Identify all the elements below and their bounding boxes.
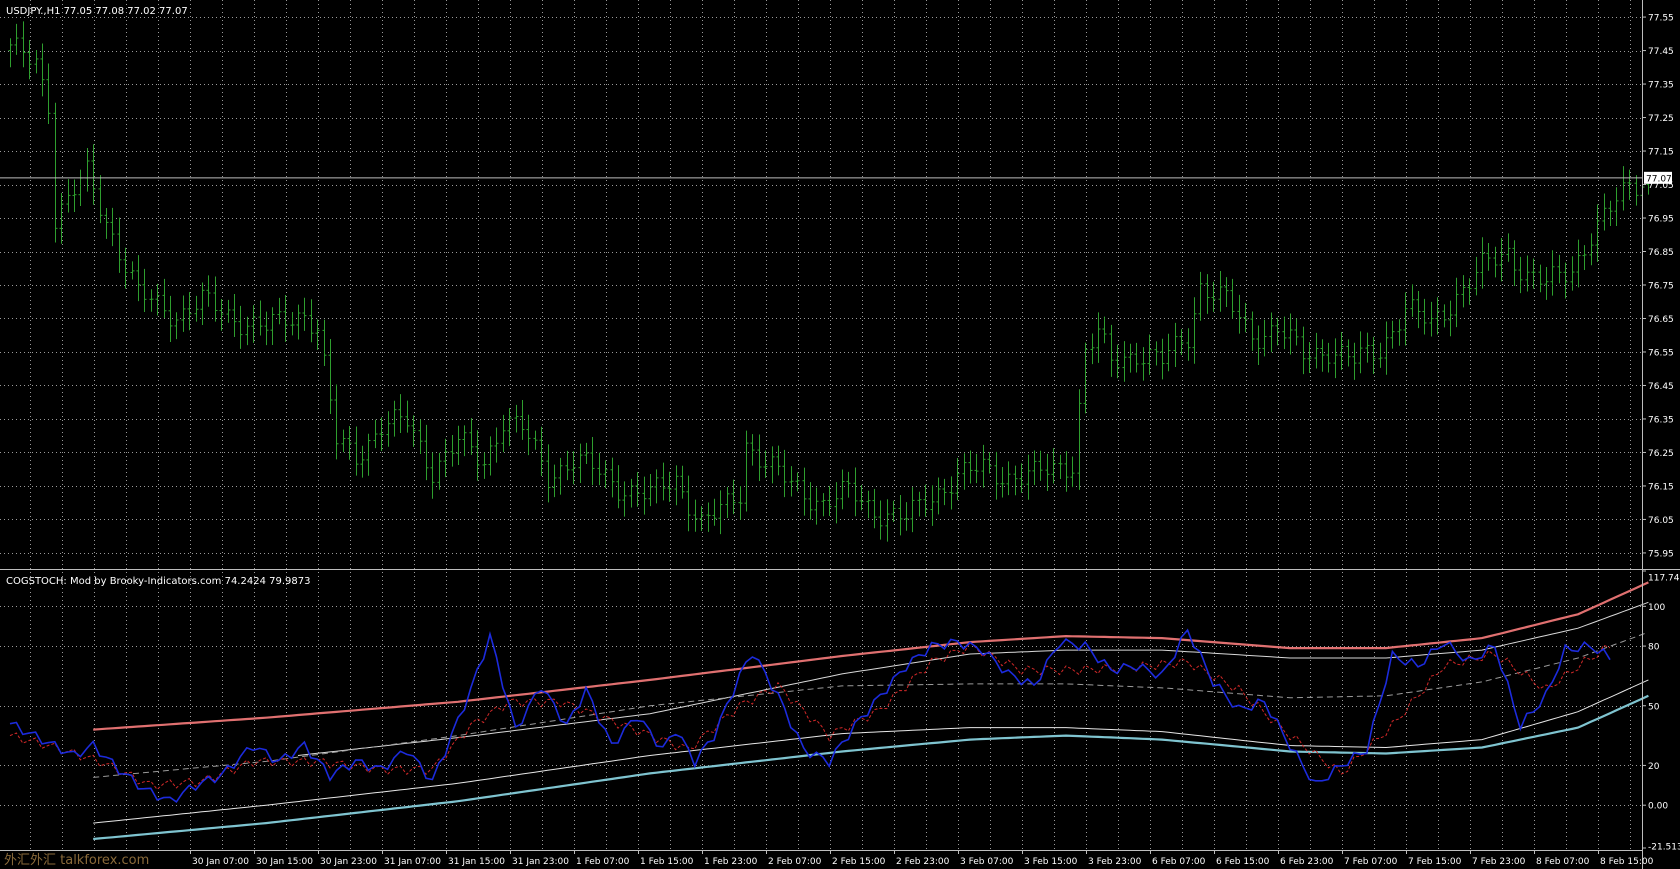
price-tick-label: 77.55 [1648, 14, 1674, 24]
time-tick-label: 6 Feb 15:00 [1216, 857, 1270, 867]
time-tick-label: 2 Feb 15:00 [832, 857, 886, 867]
time-tick-label: 31 Jan 07:00 [384, 857, 441, 867]
time-tick-label: 7 Feb 07:00 [1344, 857, 1398, 867]
time-tick-label: 3 Feb 23:00 [1088, 857, 1142, 867]
price-tick-label: 77.45 [1648, 47, 1674, 57]
price-tag: 77.07 [1644, 171, 1672, 184]
time-tick-label: 31 Jan 23:00 [512, 857, 569, 867]
time-tick-label: 30 Jan 15:00 [256, 857, 313, 867]
indicator-tick-label: 80 [1648, 643, 1660, 653]
indicator-title: COGSTOCH: Mod by Brooky-Indicators.com 7… [6, 576, 310, 587]
time-tick-label: 2 Feb 07:00 [768, 857, 822, 867]
indicator-tick-label: 0.00 [1648, 802, 1668, 812]
time-tick-label: 6 Feb 07:00 [1152, 857, 1206, 867]
indicator-tick-label: 50 [1648, 702, 1660, 712]
price-tick-label: 76.65 [1648, 315, 1674, 325]
time-tick-label: 30 Jan 23:00 [320, 857, 377, 867]
chart-background [0, 0, 1680, 869]
time-tick-label: 3 Feb 07:00 [960, 857, 1014, 867]
time-tick-label: 6 Feb 23:00 [1280, 857, 1334, 867]
time-tick-label: 7 Feb 15:00 [1408, 857, 1462, 867]
price-tick-label: 76.75 [1648, 282, 1674, 292]
time-tick-label: 1 Feb 15:00 [640, 857, 694, 867]
chart-canvas: 77.5577.4577.3577.2577.1577.0576.9576.85… [0, 0, 1680, 869]
time-tick-label: 1 Feb 23:00 [704, 857, 758, 867]
indicator-tick-label: 20 [1648, 762, 1660, 772]
price-tick-label: 75.95 [1648, 549, 1674, 559]
indicator-tick-label: 100 [1648, 603, 1665, 613]
time-tick-label: 8 Feb 07:00 [1536, 857, 1590, 867]
indicator-tick-label: 117.7469 [1648, 574, 1680, 584]
price-tick-label: 76.55 [1648, 348, 1674, 358]
time-tick-label: 2 Feb 23:00 [896, 857, 950, 867]
price-tick-label: 76.15 [1648, 482, 1674, 492]
time-tick-label: 31 Jan 15:00 [448, 857, 505, 867]
price-tick-label: 77.15 [1648, 148, 1674, 158]
time-tick-label: 8 Feb 15:00 [1600, 857, 1654, 867]
price-tick-label: 77.35 [1648, 81, 1674, 91]
price-tick-label: 76.35 [1648, 415, 1674, 425]
time-tick-label: 1 Feb 07:00 [576, 857, 630, 867]
watermark: 外汇外汇 talkforex.com [4, 853, 149, 868]
price-tick-label: 77.25 [1648, 114, 1674, 124]
indicator-tick-label: -21.5136 [1648, 843, 1680, 853]
price-tick-label: 76.05 [1648, 516, 1674, 526]
price-tick-label: 76.25 [1648, 449, 1674, 459]
price-tick-label: 76.95 [1648, 215, 1674, 225]
time-tick-label: 30 Jan 07:00 [192, 857, 249, 867]
price-tick-label: 76.45 [1648, 382, 1674, 392]
main-chart-title: USDJPY.,H1 77.05 77.08 77.02 77.07 [6, 6, 188, 17]
price-tag-label: 77.07 [1646, 174, 1672, 184]
price-tick-label: 76.85 [1648, 248, 1674, 258]
time-tick-label: 7 Feb 23:00 [1472, 857, 1526, 867]
time-tick-label: 3 Feb 15:00 [1024, 857, 1078, 867]
